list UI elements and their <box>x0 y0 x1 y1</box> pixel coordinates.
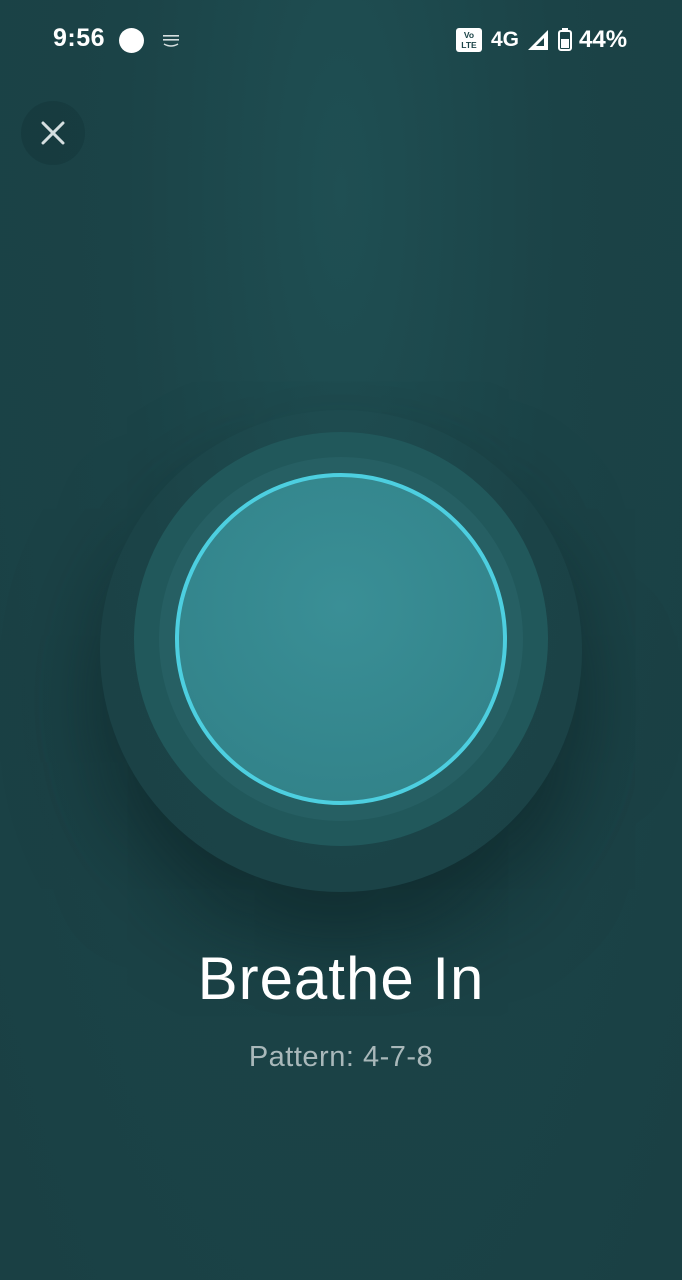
close-button[interactable] <box>21 101 85 165</box>
volte-label-top: Vo <box>463 30 475 40</box>
notification-dot-icon <box>119 28 144 53</box>
volte-icon: Vo LTE <box>456 28 482 52</box>
amazon-business-icon <box>163 35 179 47</box>
battery-level: 44% <box>579 26 628 53</box>
signal-icon <box>528 30 548 50</box>
volte-label-bottom: LTE <box>461 40 477 50</box>
breathing-circle <box>175 473 507 805</box>
network-type: 4G <box>491 28 520 51</box>
status-bar: 9:56 Vo LTE 4G 44% <box>0 0 682 80</box>
status-time: 9:56 <box>53 24 106 52</box>
battery-icon <box>558 28 572 51</box>
breath-pattern-text: Pattern: 4-7-8 <box>248 1041 434 1073</box>
breath-phase-label: Breathe In <box>197 945 485 1012</box>
close-icon <box>41 121 65 145</box>
